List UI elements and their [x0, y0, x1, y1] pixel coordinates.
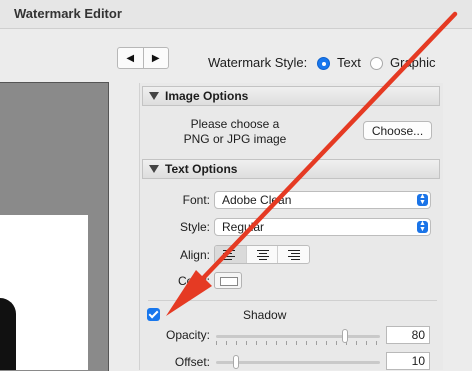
opacity-label: Opacity: — [165, 328, 210, 342]
style-select[interactable]: Regular ▲ ▼ — [214, 218, 431, 236]
radio-graphic[interactable] — [370, 57, 383, 70]
choose-image-button[interactable]: Choose... — [363, 121, 432, 140]
text-options-title: Text Options — [165, 162, 238, 176]
text-options-header[interactable]: Text Options — [142, 159, 440, 179]
style-label: Style: — [179, 220, 210, 234]
previous-button[interactable]: ◀ — [118, 48, 143, 68]
divider — [148, 300, 437, 301]
next-button[interactable]: ▶ — [142, 48, 169, 68]
preview-navigation: ◀ ▶ — [117, 47, 169, 69]
radio-text-label[interactable]: Text — [337, 55, 361, 70]
radio-graphic-label[interactable]: Graphic — [390, 55, 436, 70]
align-label: Align: — [179, 248, 210, 262]
align-left-button[interactable] — [215, 246, 246, 263]
opacity-slider-thumb[interactable] — [342, 329, 348, 343]
font-label: Font: — [182, 193, 210, 207]
color-swatch[interactable] — [214, 272, 242, 289]
radio-text[interactable] — [317, 57, 330, 70]
title-bar: Watermark Editor — [0, 0, 472, 29]
color-label: Color: — [177, 274, 210, 288]
align-segmented-control — [214, 245, 310, 264]
image-options-header[interactable]: Image Options — [142, 86, 440, 106]
offset-label: Offset: — [174, 355, 210, 369]
select-stepper-icon: ▲ ▼ — [417, 220, 428, 233]
font-select[interactable]: Adobe Clean ▲ ▼ — [214, 191, 431, 209]
disclosure-triangle-icon — [149, 92, 159, 100]
select-stepper-icon: ▲ ▼ — [417, 193, 428, 206]
image-hint-line-1: Please choose a — [190, 117, 280, 131]
offset-slider-thumb[interactable] — [233, 355, 239, 369]
image-hint-line-2: PNG or JPG image — [183, 132, 287, 146]
watermark-style-label: Watermark Style: — [208, 55, 308, 70]
opacity-input[interactable]: 80 — [386, 326, 430, 344]
offset-slider-track[interactable] — [216, 361, 380, 364]
style-value: Regular — [222, 220, 265, 234]
font-value: Adobe Clean — [222, 193, 292, 207]
align-right-button[interactable] — [277, 246, 309, 263]
offset-input[interactable]: 10 — [386, 352, 430, 370]
shadow-checkbox[interactable] — [147, 308, 160, 321]
align-center-button[interactable] — [245, 246, 278, 263]
image-options-title: Image Options — [165, 89, 249, 103]
opacity-slider-ticks — [216, 341, 380, 345]
shadow-label: Shadow — [243, 308, 287, 322]
preview-image-dark-region — [0, 298, 16, 370]
disclosure-triangle-icon — [149, 165, 159, 173]
window-title: Watermark Editor — [14, 6, 122, 21]
opacity-slider-track[interactable] — [216, 335, 380, 338]
